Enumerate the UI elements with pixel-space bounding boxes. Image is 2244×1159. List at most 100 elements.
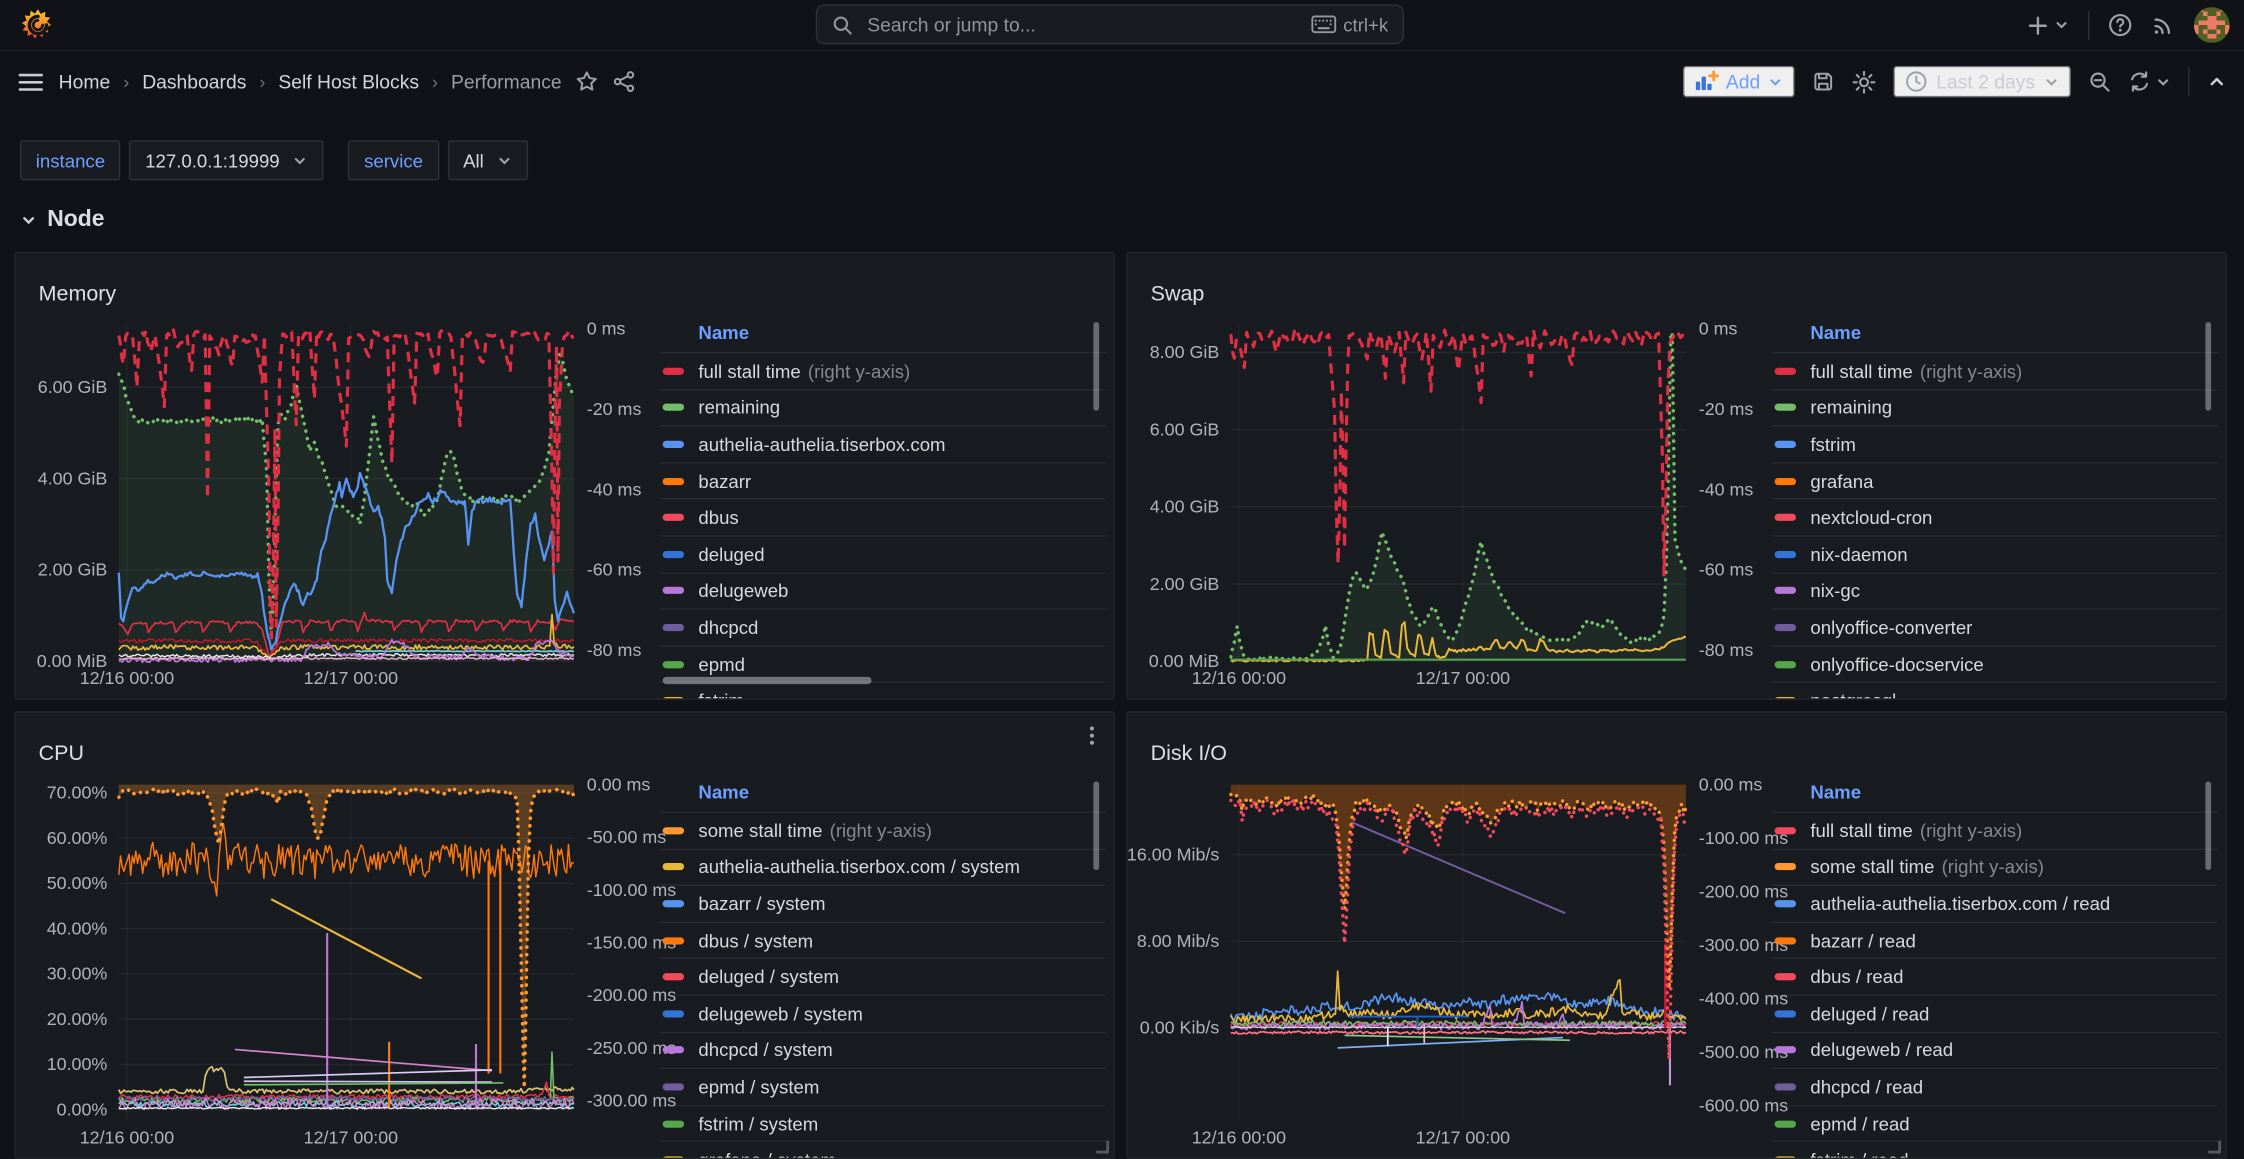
legend-item-full-stall-time[interactable]: full stall time(right y-axis)	[1772, 813, 2219, 850]
legend-item-dbus-read[interactable]: dbus / read	[1772, 959, 2219, 996]
y-axis-tick-left: 8.00 Mib/s	[1137, 931, 1220, 951]
y-axis-tick-right: -60 ms	[587, 560, 642, 580]
legend-item-onlyoffice-docservice[interactable]: onlyoffice-docservice	[1772, 647, 2219, 684]
legend-item-grafana[interactable]: grafana	[1772, 463, 2219, 500]
series-diag-lavender-up	[244, 1070, 492, 1078]
legend-scrollbar-vertical[interactable]	[1093, 322, 1099, 411]
instance-filter-value[interactable]: 127.0.0.1:19999	[129, 140, 324, 180]
legend-label: epmd	[698, 653, 745, 674]
legend-item-bazarr-read[interactable]: bazarr / read	[1772, 923, 2219, 960]
legend-item-deluged-system[interactable]: deluged / system	[660, 959, 1107, 996]
news-button[interactable]	[2151, 13, 2175, 37]
series-some stall time	[1231, 794, 1686, 989]
time-range-button[interactable]: Last 2 days	[1893, 66, 2071, 97]
panel-title[interactable]: Memory	[39, 283, 117, 307]
legend-header-name[interactable]: Name	[1772, 776, 2219, 813]
filter-service: service All	[348, 140, 528, 180]
series-color-marker	[663, 587, 684, 594]
panel-menu-button[interactable]	[1082, 724, 1102, 754]
legend-item-delugeweb-system[interactable]: delugeweb / system	[660, 996, 1107, 1033]
legend-item-authelia-authelia-tiserbox-com-read[interactable]: authelia-authelia.tiserbox.com / read	[1772, 886, 2219, 923]
legend-scrollbar-horizontal[interactable]	[663, 677, 872, 684]
row-node-toggle[interactable]: Node	[0, 180, 2244, 233]
legend-header-name[interactable]: Name	[660, 776, 1107, 813]
legend-scrollbar-vertical[interactable]	[1093, 781, 1099, 870]
legend-item-remaining[interactable]: remaining	[1772, 390, 2219, 427]
y-axis-tick-left: 6.00 GiB	[38, 377, 108, 397]
save-button[interactable]	[1812, 70, 1835, 93]
legend-item-dhcpcd-read[interactable]: dhcpcd / read	[1772, 1069, 2219, 1106]
panel-title[interactable]: CPU	[39, 742, 84, 766]
legend-item-some-stall-time[interactable]: some stall time(right y-axis)	[660, 813, 1107, 850]
legend-scrollbar-vertical[interactable]	[2205, 781, 2211, 870]
refresh-button[interactable]	[2128, 70, 2171, 93]
legend-item-fstrim-system[interactable]: fstrim / system	[660, 1106, 1107, 1143]
zoom-out-button[interactable]	[2088, 70, 2111, 93]
legend-label: nix-gc	[1810, 580, 1860, 601]
series-color-marker	[1775, 900, 1796, 907]
legend-item-bazarr[interactable]: bazarr	[660, 463, 1107, 500]
legend-item-deluged-read[interactable]: deluged / read	[1772, 996, 2219, 1033]
legend-scrollbar-vertical[interactable]	[2205, 322, 2211, 411]
y-axis-tick-right: 0.00 ms	[1699, 774, 1763, 794]
legend-item-full-stall-time[interactable]: full stall time(right y-axis)	[660, 353, 1107, 390]
settings-button[interactable]	[1852, 69, 1876, 93]
grafana-dashboard: ctrl+k	[0, 0, 2244, 1156]
legend-item-full-stall-time[interactable]: full stall time(right y-axis)	[1772, 353, 2219, 390]
legend-item-nix-gc[interactable]: nix-gc	[1772, 573, 2219, 610]
legend-item-authelia-authelia-tiserbox-com[interactable]: authelia-authelia.tiserbox.com	[660, 427, 1107, 464]
chevron-up-icon	[2207, 72, 2227, 92]
share-button[interactable]	[613, 70, 636, 93]
legend-item-dhcpcd-system[interactable]: dhcpcd / system	[660, 1033, 1107, 1070]
breadcrumb-home[interactable]: Home	[59, 71, 111, 92]
panel-resize-handle[interactable]	[2208, 1141, 2221, 1154]
breadcrumb: Home› Dashboards› Self Host Blocks› Perf…	[59, 71, 562, 92]
legend-item-postgresql[interactable]: postgresql	[1772, 683, 2219, 698]
grafana-logo-icon[interactable]	[20, 7, 56, 43]
menu-button[interactable]	[17, 71, 44, 92]
legend-item-dhcpcd[interactable]: dhcpcd	[660, 610, 1107, 647]
y-axis-tick-left: 0.00%	[57, 1099, 108, 1119]
legend-item-fstrim[interactable]: fstrim	[1772, 427, 2219, 464]
legend-item-nextcloud-cron[interactable]: nextcloud-cron	[1772, 500, 2219, 537]
legend-item-grafana-system[interactable]: grafana / system	[660, 1143, 1107, 1158]
series-color-marker	[663, 1157, 684, 1158]
user-avatar[interactable]	[2194, 7, 2230, 43]
breadcrumb-dashboards[interactable]: Dashboards	[142, 71, 246, 92]
legend-suffix: (right y-axis)	[830, 820, 932, 841]
legend-item-remaining[interactable]: remaining	[660, 390, 1107, 427]
help-button[interactable]	[2108, 13, 2132, 37]
favorite-button[interactable]	[576, 70, 599, 93]
panel-title[interactable]: Disk I/O	[1151, 742, 1227, 766]
legend-item-authelia-authelia-tiserbox-com-system[interactable]: authelia-authelia.tiserbox.com / system	[660, 850, 1107, 887]
service-filter-value[interactable]: All	[447, 140, 528, 180]
legend-item-deluged[interactable]: deluged	[660, 537, 1107, 574]
series-color-marker	[663, 697, 684, 698]
series-color-marker	[1775, 1083, 1796, 1090]
legend-item-bazarr-system[interactable]: bazarr / system	[660, 886, 1107, 923]
legend-item-delugeweb-read[interactable]: delugeweb / read	[1772, 1033, 2219, 1070]
create-button[interactable]	[2026, 14, 2069, 37]
search-input[interactable]	[864, 12, 1298, 36]
legend-header-name[interactable]: Name	[660, 316, 1107, 353]
search-bar[interactable]: ctrl+k	[816, 4, 1404, 44]
series-color-marker	[1775, 1120, 1796, 1127]
legend-item-nix-daemon[interactable]: nix-daemon	[1772, 537, 2219, 574]
legend-item-fstrim[interactable]: fstrim	[660, 683, 1107, 698]
legend-header-name[interactable]: Name	[1772, 316, 2219, 353]
legend-item-delugeweb[interactable]: delugeweb	[660, 573, 1107, 610]
legend-item-some-stall-time[interactable]: some stall time(right y-axis)	[1772, 850, 2219, 887]
series-color-marker	[663, 900, 684, 907]
collapse-toolbar-button[interactable]	[2207, 72, 2227, 92]
legend-item-onlyoffice-converter[interactable]: onlyoffice-converter	[1772, 610, 2219, 647]
panel-title[interactable]: Swap	[1151, 283, 1205, 307]
legend-item-fstrim-read[interactable]: fstrim / read	[1772, 1143, 2219, 1158]
add-panel-button[interactable]: Add	[1683, 66, 1795, 97]
legend-item-epmd-system[interactable]: epmd / system	[660, 1069, 1107, 1106]
legend-item-epmd-read[interactable]: epmd / read	[1772, 1106, 2219, 1143]
panel-resize-handle[interactable]	[1096, 1141, 1109, 1154]
legend-item-dbus[interactable]: dbus	[660, 500, 1107, 537]
save-icon	[1812, 70, 1835, 93]
legend-item-dbus-system[interactable]: dbus / system	[660, 923, 1107, 960]
breadcrumb-folder[interactable]: Self Host Blocks	[278, 71, 419, 92]
